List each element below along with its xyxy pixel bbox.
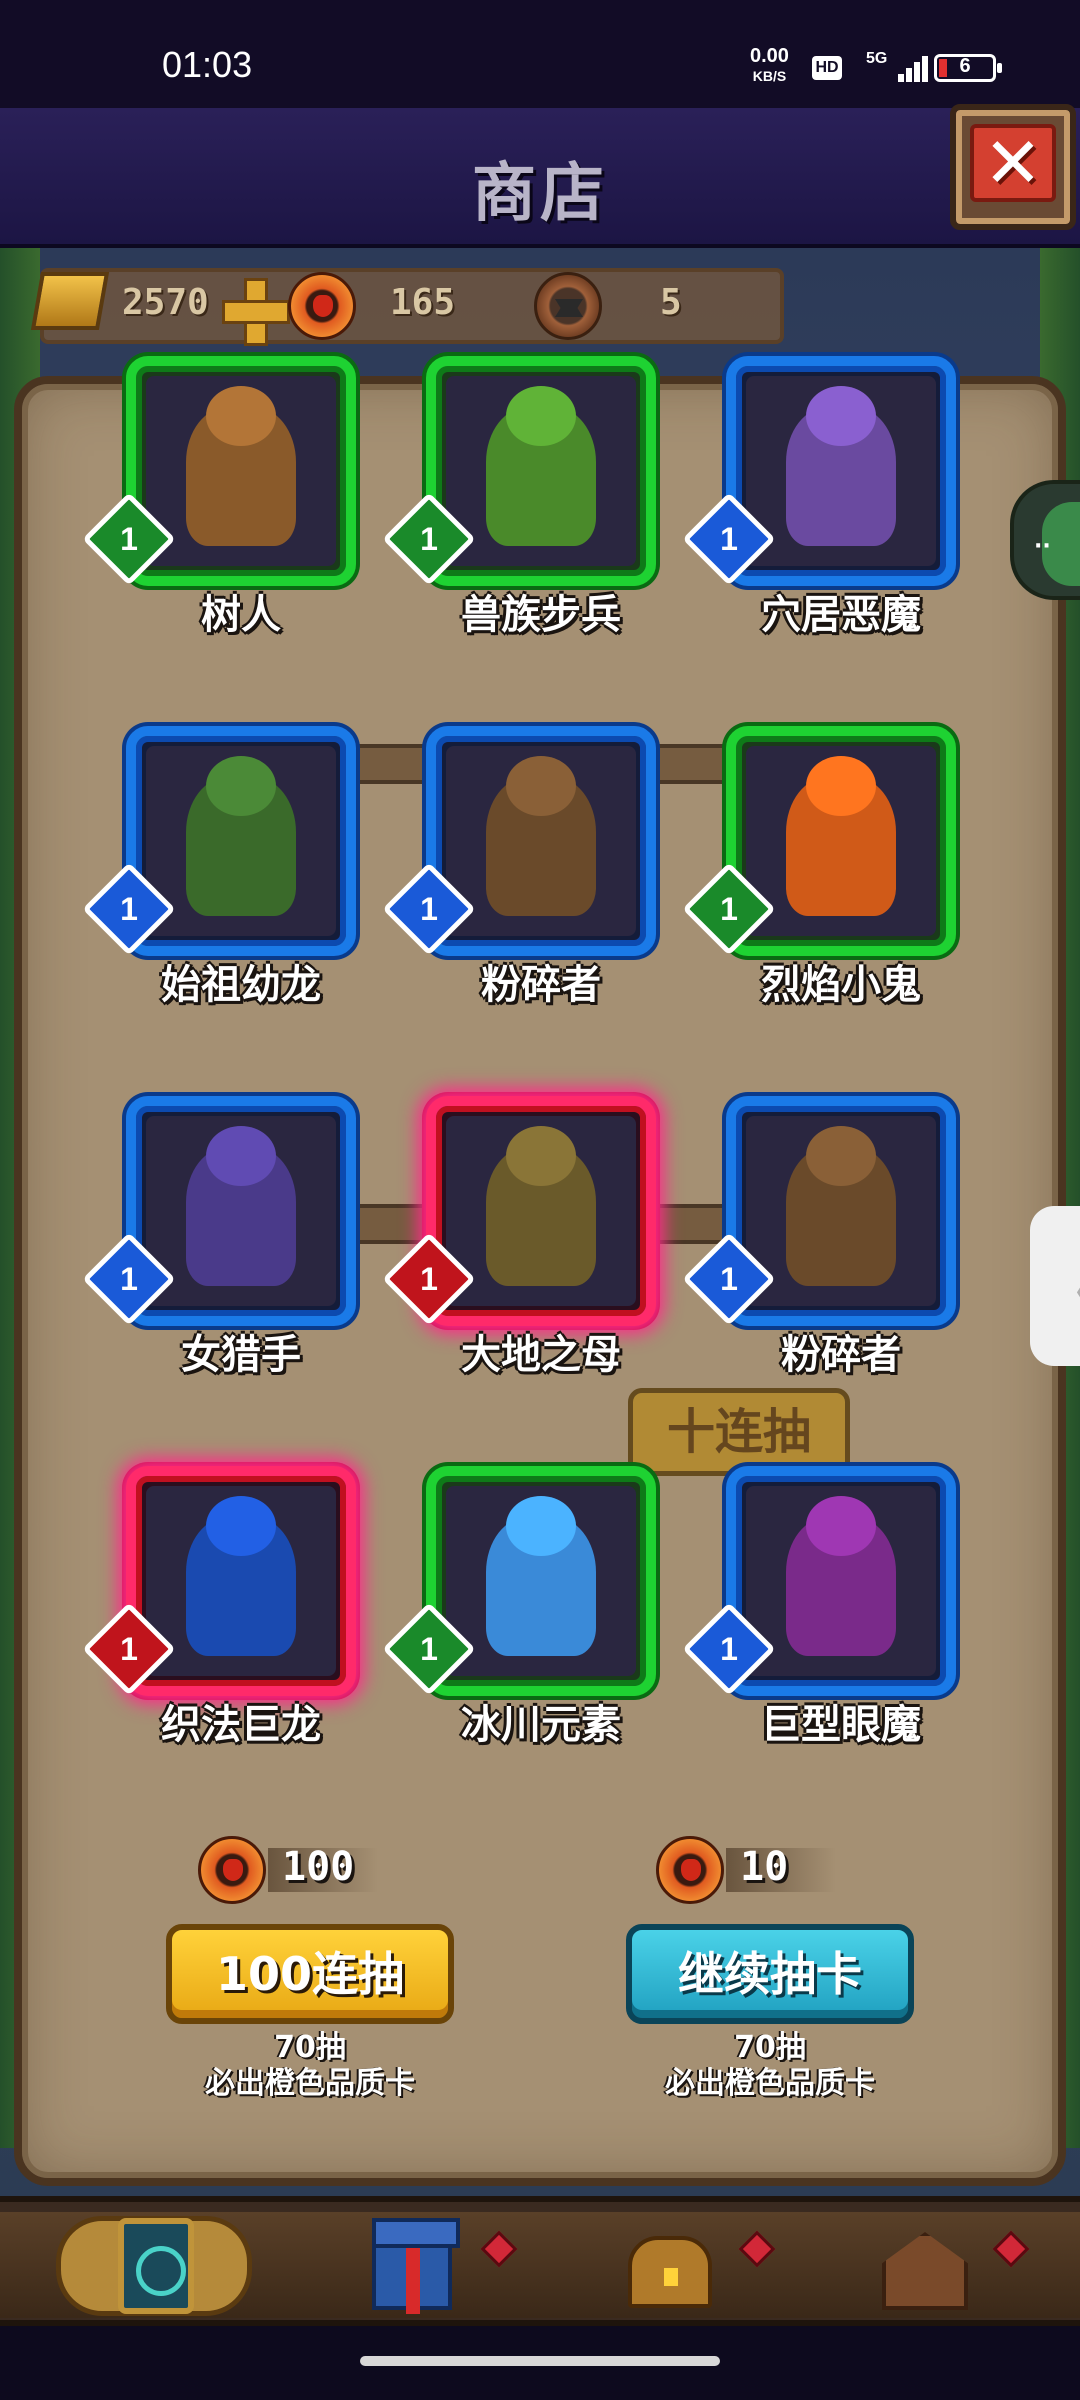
background-ten-draw-button: 十连抽 bbox=[628, 1388, 850, 1476]
card-portrait bbox=[746, 1116, 936, 1306]
card-level: 1 bbox=[420, 1261, 438, 1297]
draw-100-button[interactable]: 100连抽 bbox=[166, 1924, 454, 2024]
card-name: 兽族步兵 bbox=[461, 592, 621, 638]
network-speed-value: 0.00 bbox=[750, 45, 789, 67]
gold-bar-icon bbox=[30, 272, 110, 330]
card-name: 女猎手 bbox=[181, 1332, 301, 1378]
network-speed-unit: KB/S bbox=[752, 68, 787, 84]
anvil-amount: 5 bbox=[660, 282, 682, 323]
anvil-icon bbox=[534, 272, 602, 340]
right-pity-note: 70抽 必出橙色品质卡 bbox=[610, 2030, 930, 2102]
shop-header: 商店 bbox=[0, 108, 1080, 248]
hd-icon: HD bbox=[812, 56, 842, 80]
card-portrait bbox=[146, 1116, 336, 1306]
hero-card[interactable]: 1 bbox=[682, 726, 956, 956]
right-pity-text: 必出橙色品质卡 bbox=[665, 2066, 875, 2101]
battery-icon: 6 bbox=[934, 54, 1002, 82]
card-portrait bbox=[146, 746, 336, 936]
hero-card[interactable]: 1 bbox=[82, 356, 356, 586]
continue-draw-button[interactable]: 继续抽卡 bbox=[626, 1924, 914, 2024]
card-name: 冰川元素 bbox=[461, 1702, 621, 1748]
hero-card[interactable]: 1 bbox=[382, 1466, 656, 1696]
close-icon: ✕ bbox=[970, 124, 1056, 202]
card-level: 1 bbox=[720, 1631, 738, 1667]
home-indicator[interactable] bbox=[360, 2356, 720, 2366]
card-portrait bbox=[446, 376, 636, 566]
card-name: 穴居恶魔 bbox=[761, 592, 921, 638]
battery-level: 6 bbox=[959, 55, 971, 77]
side-drawer-handle[interactable]: 〈 bbox=[1030, 1206, 1080, 1366]
hero-card[interactable]: 1 bbox=[682, 356, 956, 586]
card-level: 1 bbox=[720, 1261, 738, 1297]
card-portrait bbox=[446, 746, 636, 936]
card-portrait bbox=[146, 376, 336, 566]
token-amount: 165 bbox=[390, 282, 456, 323]
card-level: 1 bbox=[420, 1631, 438, 1667]
card-portrait bbox=[746, 376, 936, 566]
demon-token-icon bbox=[288, 272, 356, 340]
gift-icon[interactable] bbox=[372, 2218, 460, 2314]
hero-card[interactable]: 1 bbox=[682, 1466, 956, 1696]
left-price-value: 100 bbox=[282, 1844, 355, 1890]
more-dots-icon: ·· bbox=[1034, 534, 1051, 559]
hero-card[interactable]: 1 bbox=[382, 726, 656, 956]
card-level: 1 bbox=[120, 891, 138, 927]
card-name: 始祖幼龙 bbox=[161, 962, 321, 1008]
card-name: 树人 bbox=[201, 592, 281, 638]
side-menu-tab[interactable]: ·· bbox=[1010, 480, 1080, 600]
card-level: 1 bbox=[720, 521, 738, 557]
card-level: 1 bbox=[720, 891, 738, 927]
card-deck-icon[interactable] bbox=[118, 2218, 194, 2314]
card-level: 1 bbox=[420, 521, 438, 557]
card-level: 1 bbox=[120, 1631, 138, 1667]
card-portrait bbox=[446, 1116, 636, 1306]
close-button[interactable]: ✕ bbox=[950, 104, 1076, 230]
status-time: 01:03 bbox=[162, 44, 253, 85]
hero-card[interactable]: 1 bbox=[382, 1096, 656, 1326]
card-name: 烈焰小鬼 bbox=[761, 962, 921, 1008]
card-level: 1 bbox=[120, 521, 138, 557]
hero-card[interactable]: 1 bbox=[82, 726, 356, 956]
card-name: 织法巨龙 bbox=[161, 1702, 321, 1748]
demon-token-icon bbox=[656, 1836, 724, 1904]
gold-amount: 2570 bbox=[122, 282, 209, 323]
card-portrait bbox=[146, 1486, 336, 1676]
status-bar: 01:03 0.00 KB/S HD 5G 6 bbox=[0, 0, 1080, 108]
card-portrait bbox=[746, 1486, 936, 1676]
add-gold-button[interactable] bbox=[222, 278, 290, 346]
card-name: 大地之母 bbox=[461, 1332, 621, 1378]
network-speed: 0.00 KB/S bbox=[750, 46, 789, 86]
left-pity-count: 70抽 bbox=[274, 2030, 346, 2065]
left-pity-note: 70抽 必出橙色品质卡 bbox=[150, 2030, 470, 2102]
card-name: 粉碎者 bbox=[781, 1332, 901, 1378]
card-portrait bbox=[446, 1486, 636, 1676]
chevron-left-icon: 〈 bbox=[1044, 1250, 1080, 1331]
hero-card[interactable]: 1 bbox=[682, 1096, 956, 1326]
right-pity-count: 70抽 bbox=[734, 2030, 806, 2065]
left-pity-text: 必出橙色品质卡 bbox=[205, 2066, 415, 2101]
treasure-chest-icon[interactable] bbox=[628, 2236, 712, 2308]
bottom-nav bbox=[0, 2196, 1080, 2326]
hero-card[interactable]: 1 bbox=[82, 1466, 356, 1696]
card-level: 1 bbox=[120, 1261, 138, 1297]
page-title: 商店 bbox=[472, 157, 608, 231]
signal-bars-icon bbox=[890, 54, 930, 82]
hero-card[interactable]: 1 bbox=[382, 356, 656, 586]
gesture-bar bbox=[0, 2326, 1080, 2400]
signal-label: 5G bbox=[866, 50, 888, 67]
card-name: 巨型眼魔 bbox=[761, 1702, 921, 1748]
demon-token-icon bbox=[198, 1836, 266, 1904]
card-level: 1 bbox=[420, 891, 438, 927]
right-price-value: 10 bbox=[740, 1844, 789, 1890]
card-portrait bbox=[746, 746, 936, 936]
hero-card[interactable]: 1 bbox=[82, 1096, 356, 1326]
card-name: 粉碎者 bbox=[481, 962, 601, 1008]
